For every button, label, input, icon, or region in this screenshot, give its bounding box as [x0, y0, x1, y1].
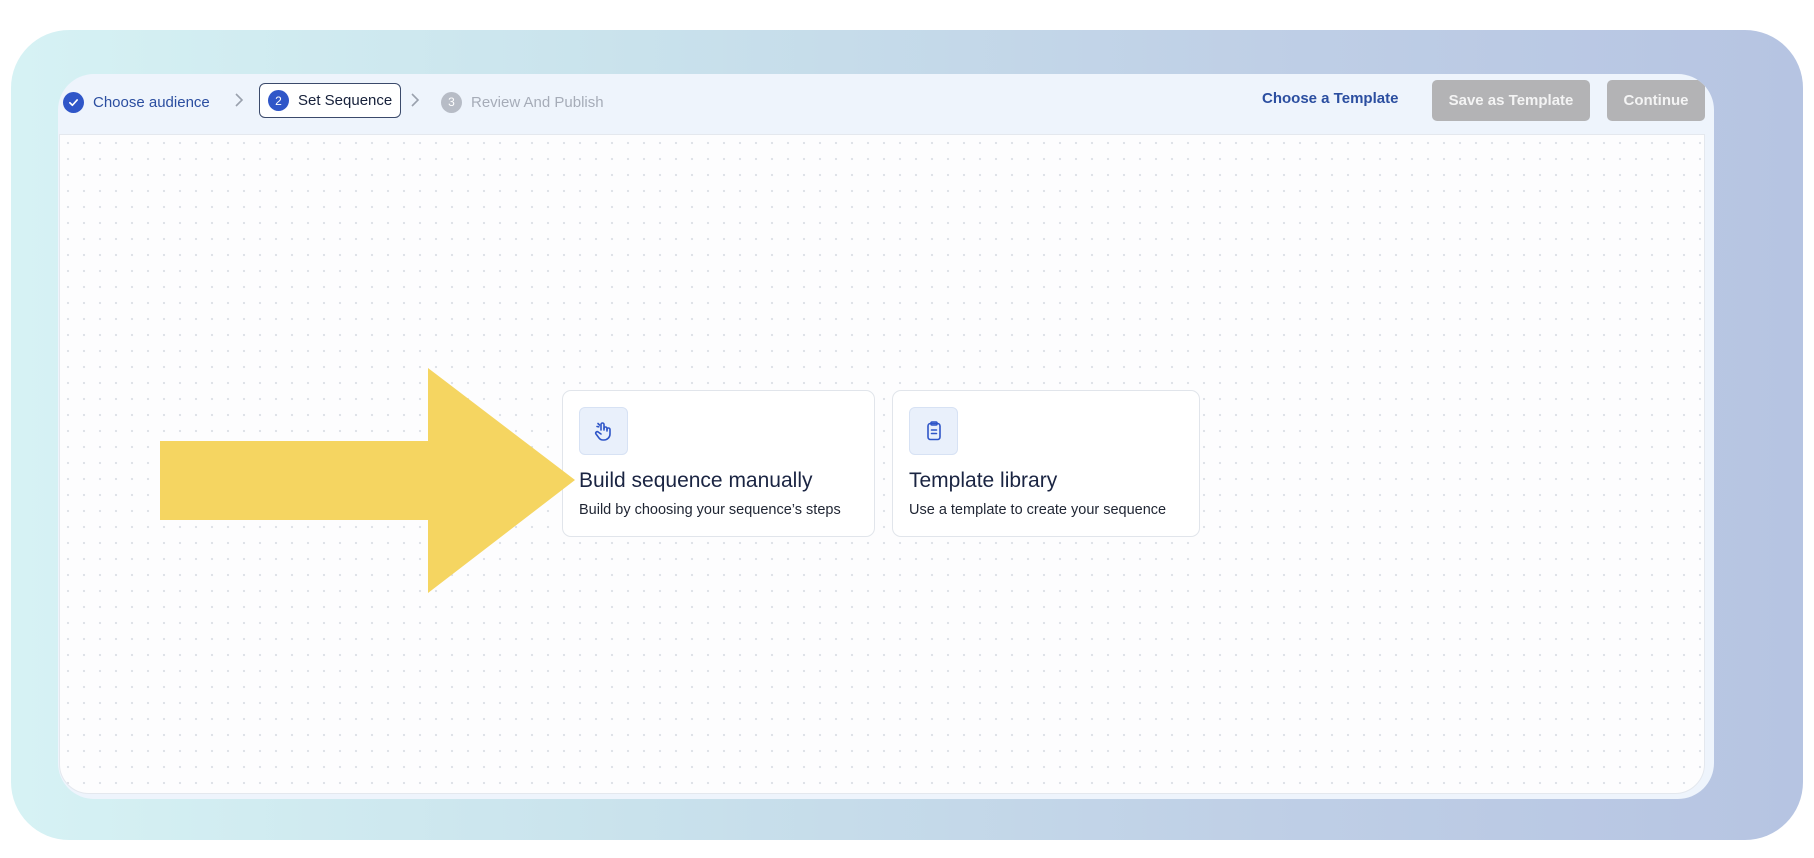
chevron-right-icon	[235, 93, 244, 107]
card-title: Build sequence manually	[579, 469, 813, 492]
card-description: Build by choosing your sequence’s steps	[579, 502, 841, 518]
step-set-sequence[interactable]: 2 Set Sequence	[259, 83, 402, 118]
save-as-template-button[interactable]: Save as Template	[1432, 80, 1590, 121]
build-manually-card[interactable]: Build sequence manually Build by choosin…	[562, 390, 875, 537]
card-title: Template library	[909, 469, 1058, 492]
step-number: 2	[268, 90, 289, 111]
continue-button[interactable]: Continue	[1607, 80, 1705, 121]
hand-pointer-icon	[579, 407, 628, 455]
step-review-publish[interactable]: 3 Review And Publish	[441, 84, 604, 120]
check-icon	[63, 91, 84, 113]
choose-template-link[interactable]: Choose a Template	[1262, 90, 1398, 107]
chevron-right-icon	[411, 93, 420, 107]
annotation-arrow	[160, 368, 575, 593]
step-label: Set Sequence	[298, 92, 393, 109]
clipboard-icon	[909, 407, 958, 455]
step-label: Choose audience	[93, 93, 210, 111]
step-number: 3	[441, 91, 462, 113]
step-choose-audience[interactable]: Choose audience	[63, 84, 210, 120]
card-description: Use a template to create your sequence	[909, 502, 1167, 518]
template-library-card[interactable]: Template library Use a template to creat…	[892, 390, 1200, 537]
step-label: Review And Publish	[471, 93, 604, 111]
stepper-header: Choose audience 2 Set Sequence 3 Review …	[58, 74, 1714, 134]
